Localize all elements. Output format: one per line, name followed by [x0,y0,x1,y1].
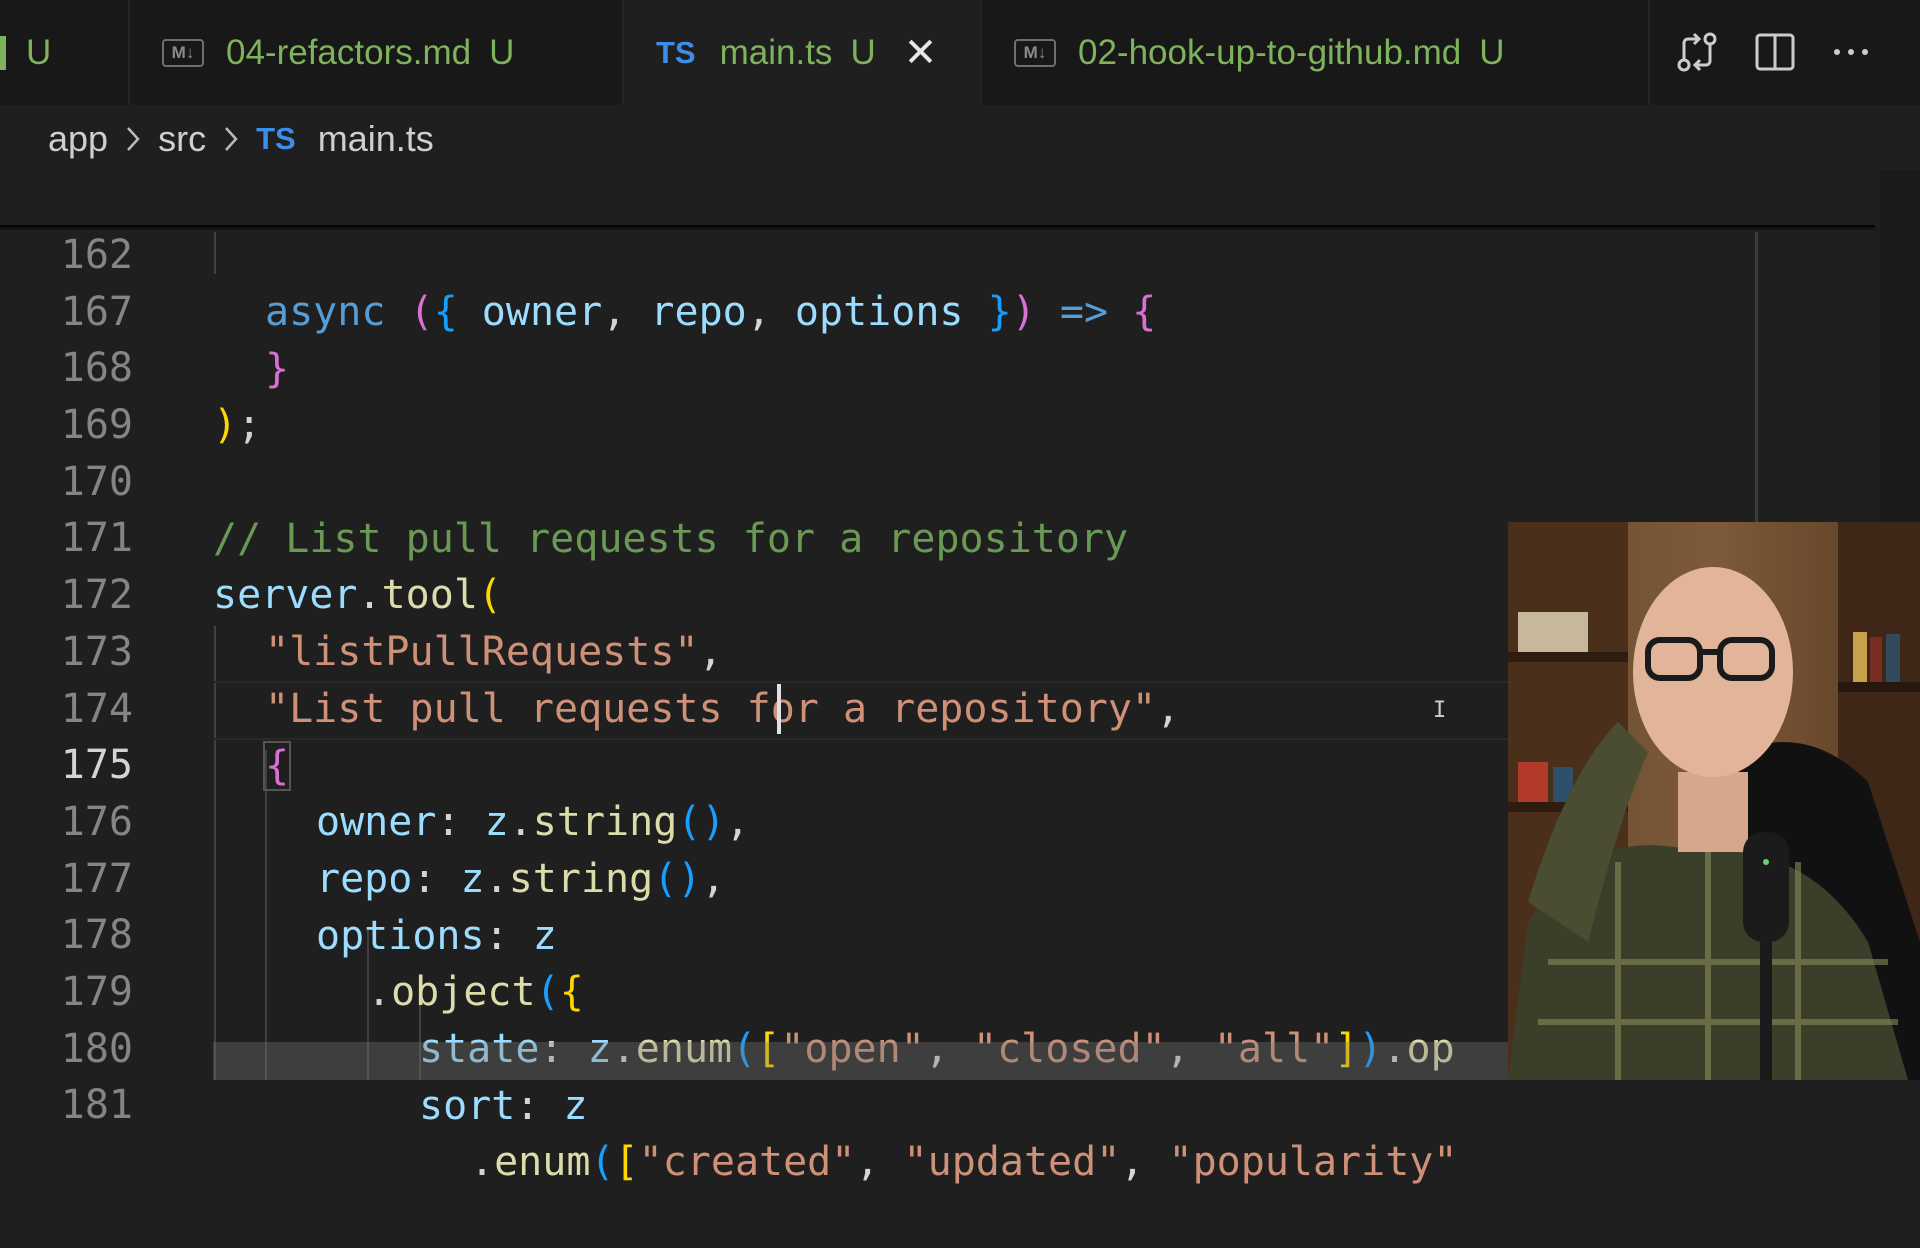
typescript-icon: TS [656,34,696,70]
tab-status: U [489,32,515,72]
breadcrumb-item-app[interactable]: app [48,118,108,160]
code-line-167[interactable]: 167 } [0,227,1920,392]
presenter-webcam [1508,522,1920,1080]
tab-label: 02-hook-up-to-github.md [1078,32,1462,72]
markdown-icon: M↓ [1014,38,1056,67]
mouse-ibeam-icon: I [1433,698,1447,723]
split-editor-icon[interactable] [1750,26,1800,78]
breadcrumb-item-src[interactable]: src [158,118,206,160]
markdown-icon: M↓ [162,38,204,67]
code-line-171[interactable]: 171 server.tool( [0,453,1920,618]
horizontal-scrollbar[interactable] [213,1042,1513,1080]
code-line-169[interactable]: 169 [0,340,1920,448]
tab-label: main.ts [719,32,833,72]
tab-partial-status: U [26,32,52,72]
breadcrumb-item-file[interactable]: main.ts [318,118,434,160]
chevron-right-icon [222,124,240,154]
line-number: 181 [60,1082,133,1128]
tab-02-hook-up-to-github[interactable]: M↓ 02-hook-up-to-github.md U [982,0,1650,105]
tab-04-refactors[interactable]: M↓ 04-refactors.md U [130,0,624,105]
editor-tab-bar: U M↓ 04-refactors.md U TS main.ts U ✕ M↓… [0,0,1920,105]
breadcrumb: app src TS main.ts [48,114,434,164]
close-icon[interactable]: ✕ [904,30,938,76]
more-actions-icon[interactable] [1826,26,1876,78]
git-compare-icon[interactable] [1672,26,1722,78]
code-line-162[interactable]: 162 async ({ owner, repo, options }) => … [0,170,1920,335]
tab-status: U [850,32,876,72]
tab-main-ts[interactable]: TS main.ts U ✕ [624,0,982,105]
code-line-168[interactable]: 168 ); [0,283,1920,448]
tab-partial[interactable]: U [0,0,130,105]
text-cursor [777,684,781,734]
tab-status: U [1479,32,1505,72]
code-line-170[interactable]: 170 // List pull requests for a reposito… [0,397,1920,562]
chevron-right-icon [124,124,142,154]
tab-label: 04-refactors.md [226,32,472,72]
typescript-icon: TS [256,121,296,156]
tab-partial-indicator [0,35,6,70]
